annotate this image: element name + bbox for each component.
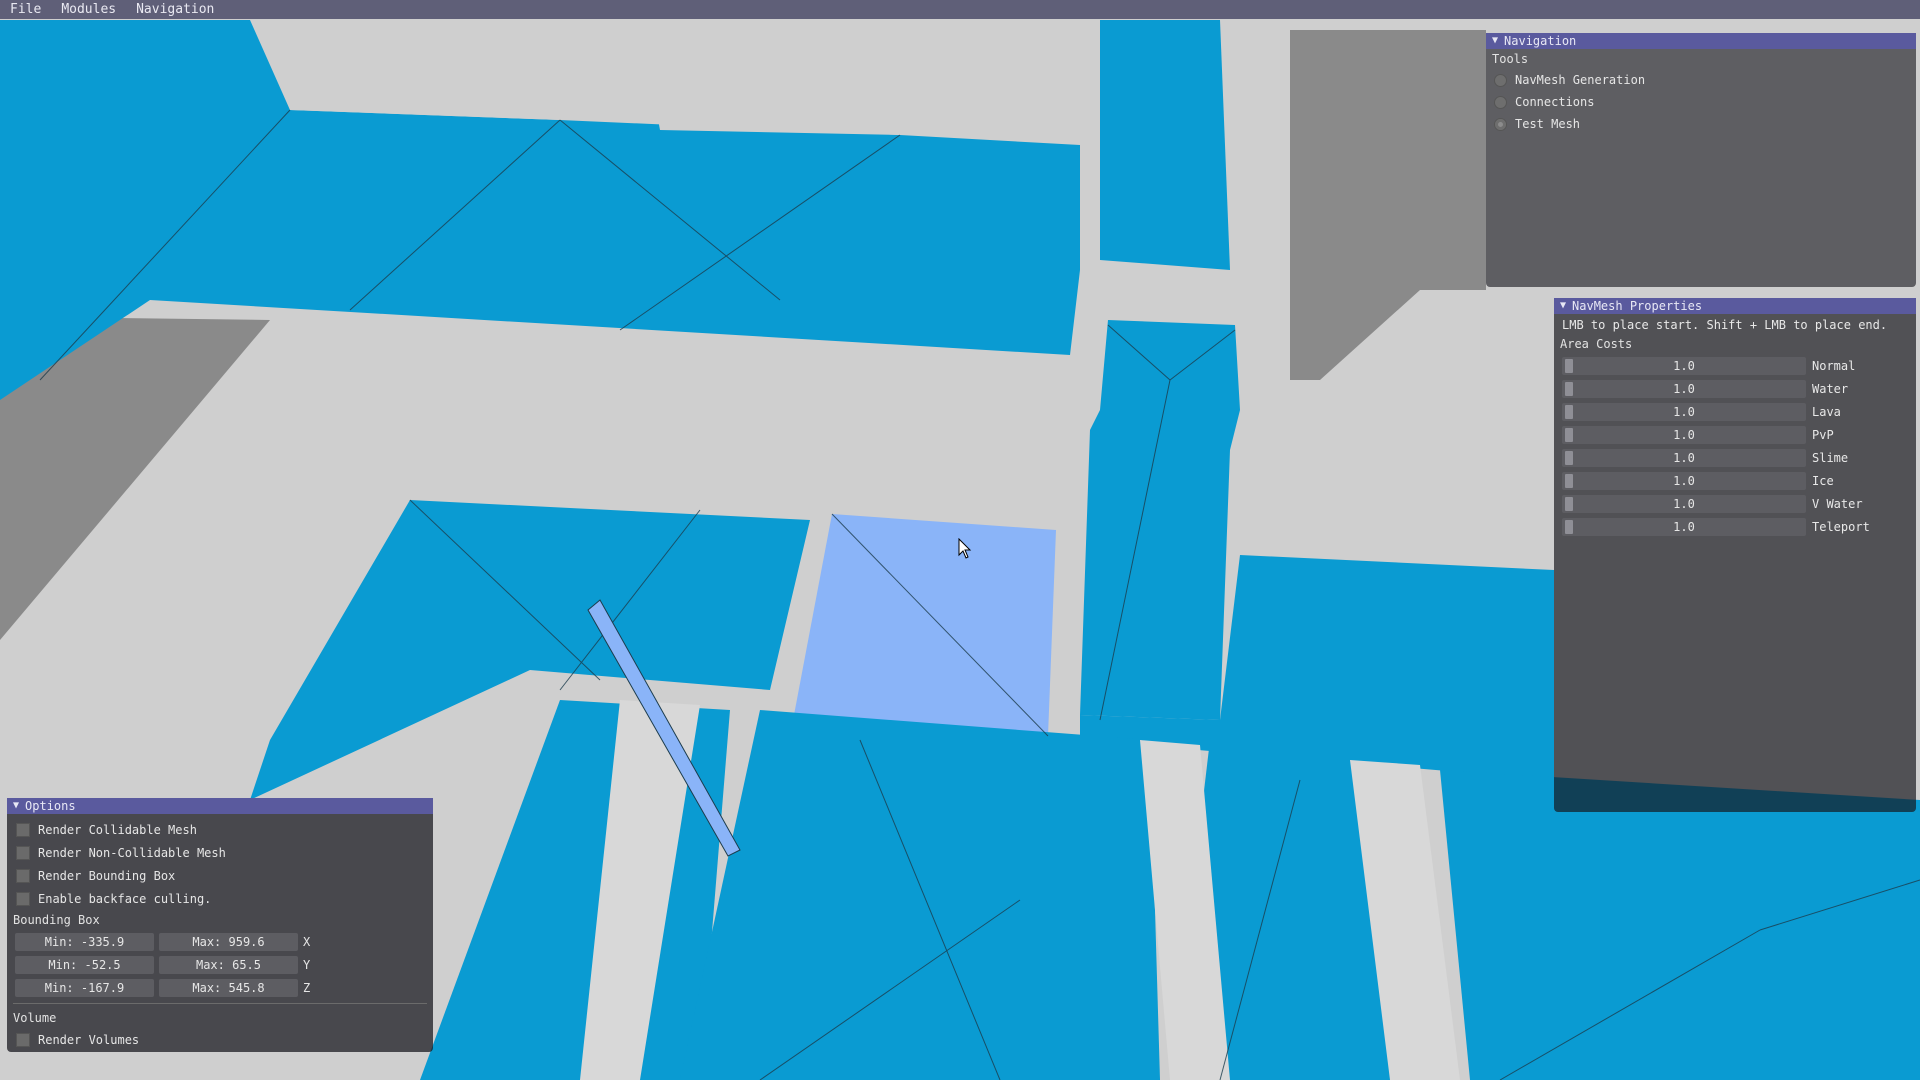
checkbox-icon[interactable] <box>16 822 30 837</box>
options-panel-title: Options <box>25 799 76 813</box>
cost-slider[interactable]: 1.0 <box>1562 402 1806 421</box>
cost-label: Normal <box>1812 358 1856 373</box>
cost-slider[interactable]: 1.0 <box>1562 425 1806 444</box>
highlighted-navmesh-tile <box>794 514 1056 736</box>
max-field[interactable]: Max: 65.5 <box>159 955 298 974</box>
cost-slider[interactable]: 1.0 <box>1562 517 1806 536</box>
tool-label: Test Mesh <box>1515 117 1581 131</box>
check-render-volumes[interactable]: Render Volumes <box>7 1028 433 1051</box>
cost-value: 1.0 <box>1673 450 1695 465</box>
checkbox-icon[interactable] <box>16 868 30 883</box>
collapse-triangle-icon[interactable]: ▼ <box>13 798 19 814</box>
divider <box>13 1003 427 1004</box>
cost-label: V Water <box>1812 496 1863 511</box>
cost-value: 1.0 <box>1673 381 1695 396</box>
check-backface-culling[interactable]: Enable backface culling. <box>7 887 433 910</box>
checkbox-icon[interactable] <box>16 891 30 906</box>
check-label: Enable backface culling. <box>38 891 212 906</box>
cost-slider[interactable]: 1.0 <box>1562 356 1806 375</box>
check-label: Render Volumes <box>38 1032 140 1047</box>
cost-value: 1.0 <box>1673 519 1695 534</box>
area-cost-teleport: 1.0 Teleport <box>1554 515 1916 538</box>
tool-label: Connections <box>1515 95 1595 109</box>
menu-bar: File Modules Navigation <box>0 0 1920 19</box>
check-label: Render Non-Collidable Mesh <box>38 845 226 860</box>
cost-label: Lava <box>1812 404 1841 419</box>
cost-value: 1.0 <box>1673 404 1695 419</box>
area-cost-normal: 1.0 Normal <box>1554 354 1916 377</box>
cost-label: Water <box>1812 381 1849 396</box>
area-cost-lava: 1.0 Lava <box>1554 400 1916 423</box>
tool-label: NavMesh Generation <box>1515 73 1646 87</box>
cost-slider[interactable]: 1.0 <box>1562 379 1806 398</box>
area-costs-label: Area Costs <box>1560 337 1633 351</box>
menu-file[interactable]: File <box>0 0 51 19</box>
options-panel: ▼ Options Render Collidable Mesh Render … <box>7 798 433 1052</box>
max-field[interactable]: Max: 545.8 <box>159 978 298 997</box>
navmesh-properties-header[interactable]: ▼ NavMesh Properties <box>1554 298 1916 314</box>
mouse-cursor-icon <box>958 538 972 559</box>
radio-icon[interactable] <box>1494 95 1507 109</box>
navmesh-properties-title: NavMesh Properties <box>1572 299 1703 313</box>
bounding-box-row-x: Min: -335.9 Max: 959.6 X <box>7 930 433 953</box>
axis-label: Z <box>303 980 311 995</box>
cost-label: PvP <box>1812 427 1834 442</box>
area-cost-slime: 1.0 Slime <box>1554 446 1916 469</box>
checkbox-icon[interactable] <box>16 1032 30 1047</box>
check-render-collidable-mesh[interactable]: Render Collidable Mesh <box>7 818 433 841</box>
tool-test-mesh[interactable]: Test Mesh <box>1486 113 1916 135</box>
max-field[interactable]: Max: 959.6 <box>159 932 298 951</box>
radio-icon[interactable] <box>1494 73 1507 87</box>
cost-value: 1.0 <box>1673 473 1695 488</box>
check-render-non-collidable-mesh[interactable]: Render Non-Collidable Mesh <box>7 841 433 864</box>
cost-slider[interactable]: 1.0 <box>1562 448 1806 467</box>
tools-label: Tools <box>1492 52 1529 66</box>
menu-modules[interactable]: Modules <box>51 0 126 19</box>
cost-label: Teleport <box>1812 519 1870 534</box>
navmesh-properties-panel: ▼ NavMesh Properties LMB to place start.… <box>1554 298 1916 812</box>
cost-slider[interactable]: 1.0 <box>1562 494 1806 513</box>
navigation-panel-header[interactable]: ▼ Navigation <box>1486 33 1916 49</box>
area-cost-ice: 1.0 Ice <box>1554 469 1916 492</box>
cost-label: Slime <box>1812 450 1849 465</box>
radio-selected-icon[interactable] <box>1494 117 1507 131</box>
bounding-box-row-y: Min: -52.5 Max: 65.5 Y <box>7 953 433 976</box>
check-label: Render Bounding Box <box>38 868 176 883</box>
bounding-box-label: Bounding Box <box>13 913 100 927</box>
cost-value: 1.0 <box>1673 427 1695 442</box>
bounding-box-row-z: Min: -167.9 Max: 545.8 Z <box>7 976 433 999</box>
check-label: Render Collidable Mesh <box>38 822 197 837</box>
collapse-triangle-icon[interactable]: ▼ <box>1560 298 1566 314</box>
axis-label: X <box>303 934 311 949</box>
volume-label: Volume <box>13 1011 57 1025</box>
navigation-panel-title: Navigation <box>1504 34 1577 48</box>
axis-label: Y <box>303 957 311 972</box>
min-field[interactable]: Min: -335.9 <box>15 932 154 951</box>
cost-slider[interactable]: 1.0 <box>1562 471 1806 490</box>
area-cost-water: 1.0 Water <box>1554 377 1916 400</box>
area-cost-v-water: 1.0 V Water <box>1554 492 1916 515</box>
options-panel-header[interactable]: ▼ Options <box>7 798 433 814</box>
min-field[interactable]: Min: -167.9 <box>15 978 154 997</box>
area-cost-pvp: 1.0 PvP <box>1554 423 1916 446</box>
collapse-triangle-icon[interactable]: ▼ <box>1492 33 1498 49</box>
min-field[interactable]: Min: -52.5 <box>15 955 154 974</box>
cost-value: 1.0 <box>1673 496 1695 511</box>
cost-label: Ice <box>1812 473 1834 488</box>
placement-hint: LMB to place start. Shift + LMB to place… <box>1562 318 1888 332</box>
tool-navmesh-generation[interactable]: NavMesh Generation <box>1486 69 1916 91</box>
tool-connections[interactable]: Connections <box>1486 91 1916 113</box>
navigation-panel: ▼ Navigation Tools NavMesh Generation Co… <box>1486 33 1916 287</box>
checkbox-icon[interactable] <box>16 845 30 860</box>
cost-value: 1.0 <box>1673 358 1695 373</box>
check-render-bounding-box[interactable]: Render Bounding Box <box>7 864 433 887</box>
menu-navigation[interactable]: Navigation <box>126 0 224 19</box>
